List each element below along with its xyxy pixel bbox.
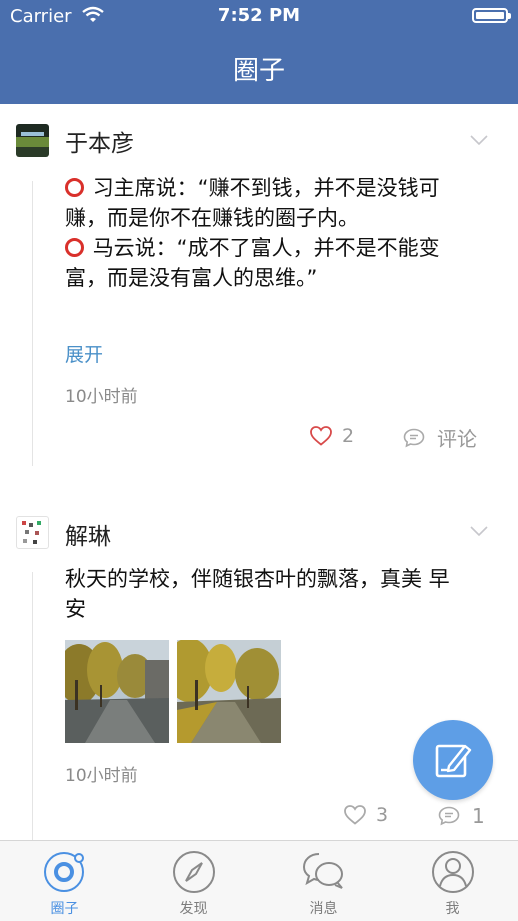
circle-icon bbox=[44, 852, 84, 892]
edit-icon bbox=[435, 744, 472, 778]
nav-bar: 圈子 bbox=[0, 34, 518, 104]
avatar[interactable] bbox=[16, 124, 49, 157]
comment-button[interactable]: 评论 bbox=[403, 423, 477, 452]
chat-bubbles-icon bbox=[302, 853, 343, 889]
post-content: 习主席说：“赚不到钱，并不是没钱可赚，而是你不在赚钱的圈子内。 马云说：“成不了… bbox=[65, 173, 455, 293]
timeline-line bbox=[32, 181, 33, 466]
tab-discover[interactable]: 发现 bbox=[129, 841, 258, 921]
post-author[interactable]: 解琳 bbox=[65, 517, 111, 551]
post-time: 10小时前 bbox=[65, 766, 138, 786]
status-bar: Carrier 7:52 PM bbox=[0, 0, 518, 34]
post-line: 习主席说：“赚不到钱，并不是没钱可赚，而是你不在赚钱的圈子内。 bbox=[65, 176, 440, 230]
like-count: 3 bbox=[376, 804, 389, 826]
compose-button[interactable] bbox=[413, 720, 493, 800]
post-photo[interactable] bbox=[177, 640, 281, 743]
chevron-down-icon[interactable] bbox=[470, 526, 488, 536]
comment-icon bbox=[403, 428, 425, 447]
like-button[interactable]: 3 bbox=[344, 804, 388, 826]
tab-label: 我 bbox=[445, 901, 460, 917]
tab-label: 圈子 bbox=[50, 901, 79, 917]
tab-label: 消息 bbox=[309, 901, 338, 917]
chevron-down-icon[interactable] bbox=[470, 135, 488, 145]
post-line: 马云说：“成不了富人，并不是不能变富，而是没有富人的思维。” bbox=[65, 236, 440, 290]
post-time: 10小时前 bbox=[65, 387, 138, 407]
post-author[interactable]: 于本彦 bbox=[65, 124, 134, 158]
like-button[interactable]: 2 bbox=[310, 425, 354, 447]
heart-icon bbox=[344, 805, 366, 825]
page-title: 圈子 bbox=[232, 56, 285, 86]
tab-bar: 圈子 发现 消息 我 bbox=[0, 840, 518, 921]
comment-count: 1 bbox=[472, 804, 485, 828]
avatar[interactable] bbox=[16, 516, 49, 549]
tab-me[interactable]: 我 bbox=[388, 841, 517, 921]
compass-icon bbox=[173, 851, 215, 893]
expand-link[interactable]: 展开 bbox=[65, 340, 103, 367]
red-circle-icon bbox=[65, 178, 84, 197]
heart-icon bbox=[310, 426, 332, 446]
tab-messages[interactable]: 消息 bbox=[259, 841, 388, 921]
tab-circle[interactable]: 圈子 bbox=[0, 841, 129, 921]
comment-icon bbox=[438, 806, 460, 826]
tab-label: 发现 bbox=[179, 901, 208, 917]
red-circle-icon bbox=[65, 238, 84, 257]
post-content: 秋天的学校，伴随银杏叶的飘落，真美 早安 bbox=[65, 567, 450, 621]
battery-icon bbox=[472, 8, 511, 23]
user-icon bbox=[432, 851, 474, 893]
like-count: 2 bbox=[342, 425, 355, 447]
timeline-line bbox=[32, 572, 33, 840]
clock: 7:52 PM bbox=[217, 5, 301, 26]
comment-button[interactable]: 1 bbox=[438, 804, 485, 828]
comment-label: 评论 bbox=[437, 427, 477, 451]
post-photo[interactable] bbox=[65, 640, 169, 743]
